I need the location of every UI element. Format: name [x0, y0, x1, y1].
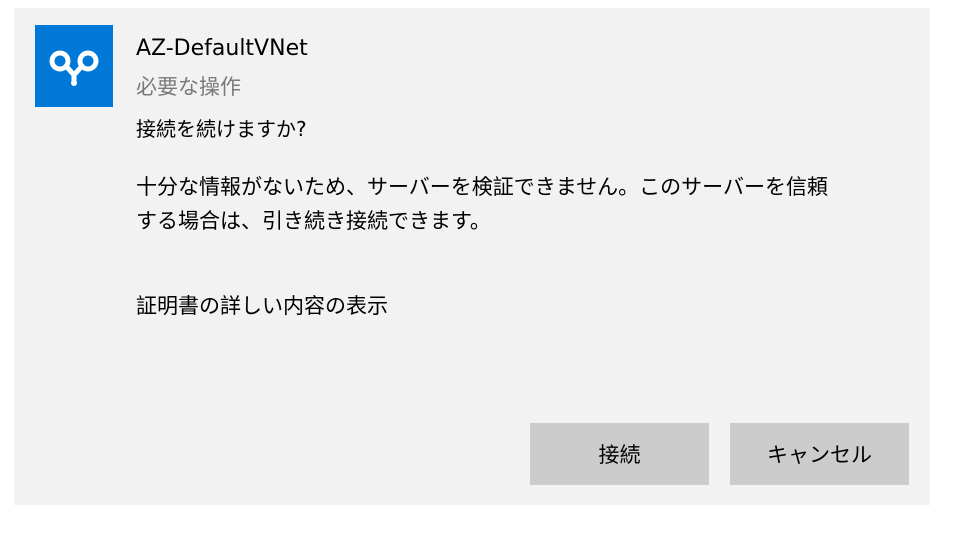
view-certificate-link[interactable]: 証明書の詳しい内容の表示 — [136, 291, 388, 321]
message-line-1: 十分な情報がないため、サーバーを検証できません。このサーバーを信頼 — [136, 175, 828, 199]
dialog-question: 接続を続けますか? — [136, 117, 307, 141]
dialog-message: 十分な情報がないため、サーバーを検証できません。このサーバーを信頼 する場合は、… — [136, 170, 906, 238]
vpn-glyph — [49, 50, 99, 86]
cancel-button[interactable]: キャンセル — [730, 423, 909, 485]
connect-button[interactable]: 接続 — [530, 423, 709, 485]
message-line-2: する場合は、引き続き接続できます。 — [136, 209, 491, 233]
action-required-label: 必要な操作 — [136, 75, 241, 99]
connection-dialog: AZ-DefaultVNet 必要な操作 接続を続けますか? 十分な情報がないた… — [14, 8, 930, 505]
app-name: AZ-DefaultVNet — [136, 36, 308, 61]
vpn-network-icon — [35, 25, 113, 107]
